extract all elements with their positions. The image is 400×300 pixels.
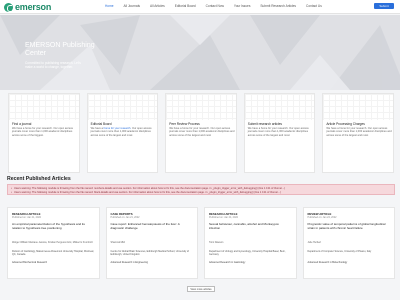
article-title[interactable]: Sexual behaviour, cannabis, alcohol and …	[209, 222, 289, 231]
card-grid-pattern	[244, 94, 315, 120]
card-title: Find a journal	[12, 122, 32, 126]
article-date: Published on: Jan 21, 2022	[110, 216, 140, 219]
card-processing-charges[interactable]: Article Processing Charges We have a hom…	[322, 93, 394, 173]
article-journal[interactable]: Advanced Research in Biotechnology	[308, 261, 390, 264]
article-card[interactable]: CASE REPORTS Published on: Jan 21, 2022 …	[105, 207, 198, 279]
nav-item-home[interactable]: Home	[100, 3, 119, 9]
nav-item-editorial-board[interactable]: Editorial Board	[170, 3, 201, 9]
article-date: Published on: Jan 24, 2022	[209, 216, 238, 219]
card-grid-pattern	[9, 94, 79, 120]
article-list: RESEARCH ARTICLE Published on: Jan 21, 2…	[7, 207, 395, 279]
logo-icon	[4, 2, 13, 12]
article-card[interactable]: RESEARCH ARTICLE Published on: Jan 21, 2…	[7, 207, 100, 279]
article-title[interactable]: Case report: Enhanced hematopoiesis of t…	[111, 222, 191, 231]
article-date: Published on: Jan 24, 2022	[307, 216, 337, 219]
article-authors: Welger William Mantane Jessica, Kristian…	[12, 241, 93, 244]
article-authors: Julie Herbert	[307, 241, 322, 244]
article-date: Published on: Jan 21, 2022	[12, 216, 41, 219]
article-authors: Tomi Dawson	[209, 241, 224, 244]
card-editorial-board[interactable]: Editorial Board We have a home for your …	[86, 93, 159, 173]
nav-item-your-issues[interactable]: Your Issues	[229, 3, 256, 9]
article-journal[interactable]: Advanced Research in Engineering	[111, 261, 193, 264]
submit-button[interactable]: Submit	[374, 3, 394, 9]
card-peer-review[interactable]: Peer Review Process We have a home for y…	[165, 93, 237, 173]
article-card[interactable]: RESEARCH ARTICLE Published on: Jan 24, 2…	[204, 207, 297, 279]
hero-banner: EMERSON Publishing Center Committed to p…	[0, 15, 400, 90]
card-submit-research[interactable]: Submit research articles We have a home …	[243, 93, 316, 173]
alert-message: Users warning: The following module is t…	[11, 187, 285, 190]
card-title: Peer Review Process	[169, 122, 200, 126]
card-text: We have a home for your research. Our op…	[169, 127, 235, 137]
article-affiliation: Department of Computer Science, Universi…	[307, 250, 372, 253]
card-title: Editorial Board	[90, 122, 112, 126]
article-title[interactable]: An empirical parameterization of the hyp…	[12, 222, 92, 231]
card-find-journal[interactable]: Find a journal We have a home for your r…	[8, 93, 80, 173]
nav-item-contact-us[interactable]: Contact Us	[301, 3, 327, 9]
article-journal[interactable]: Advanced Research in Gastrology	[209, 261, 291, 264]
article-journal[interactable]: Advanced Biochemical Research	[12, 261, 94, 264]
main-nav: Home All Journals All Articles Editorial…	[100, 3, 327, 9]
error-alert: Users warning: The following module is t…	[7, 184, 395, 195]
card-text: We have a home for your research. Our op…	[12, 127, 73, 137]
article-authors: Shamnal Mkh	[110, 241, 126, 244]
section-title: Recent Published Articles	[7, 176, 71, 182]
site-logo[interactable]: emerson	[4, 2, 51, 12]
article-affiliation: Department of Urology and Gynecology, Un…	[209, 250, 286, 256]
article-affiliation: Division of Cardiology, Maisonneuve-Rose…	[12, 250, 94, 256]
article-title[interactable]: Prognostic value of temporal patterns of…	[308, 222, 388, 231]
hero-title: EMERSON Publishing Center	[25, 42, 95, 57]
nav-item-all-journals[interactable]: All Journals	[119, 3, 145, 9]
card-text: We have a home for your research. Our op…	[326, 127, 392, 137]
nav-item-all-articles[interactable]: All Articles	[145, 3, 170, 9]
hero-subtitle: Committed to publishing research. Let's …	[25, 61, 81, 69]
feature-cards: Find a journal We have a home for your r…	[8, 93, 394, 173]
card-text: We have a home for your research. Our op…	[91, 127, 157, 137]
article-card[interactable]: REVIEW ARTICLE Published on: Jan 24, 202…	[302, 207, 395, 279]
top-header: emerson Home All Journals All Articles E…	[0, 0, 400, 14]
card-grid-pattern	[323, 94, 393, 120]
card-title: Submit research articles	[247, 122, 282, 126]
card-text: We have a home for your research. Our op…	[247, 127, 309, 137]
card-title: Article Processing Charges	[326, 122, 365, 126]
alert-message: Users warning: The following module is t…	[11, 191, 281, 194]
card-grid-pattern	[166, 94, 236, 120]
article-affiliation: Centre for Global Brain Sciences, Edinbu…	[110, 250, 189, 256]
view-more-button[interactable]: View more articles	[187, 286, 215, 292]
card-grid-pattern	[87, 94, 158, 120]
nav-item-submit-research[interactable]: Submit Research Articles	[255, 3, 301, 9]
nav-item-contact-now[interactable]: Contact Now	[201, 3, 229, 9]
logo-text: emerson	[15, 2, 52, 12]
